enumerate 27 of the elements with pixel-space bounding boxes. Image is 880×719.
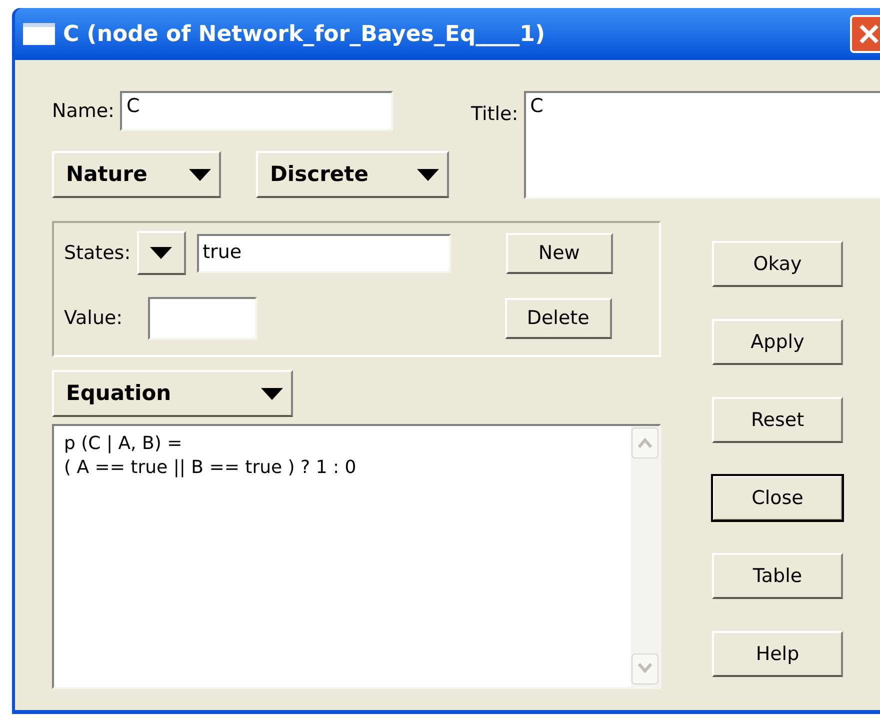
window-icon — [23, 23, 55, 45]
value-label: Value: — [64, 306, 123, 332]
value-field[interactable] — [148, 297, 257, 340]
window-title: C (node of Network_for_Bayes_Eq____1) — [63, 20, 546, 48]
dialog-button[interactable]: Help — [712, 631, 843, 677]
states-dropdown[interactable] — [136, 231, 186, 275]
nature-dropdown[interactable]: Nature — [52, 151, 221, 198]
title-field[interactable]: C — [524, 91, 880, 199]
states-label: States: — [64, 240, 131, 266]
dialog-button[interactable]: Table — [712, 553, 843, 599]
dialog-button[interactable]: Close — [712, 475, 843, 521]
dialog-button[interactable]: Okay — [712, 241, 843, 287]
equation-dropdown[interactable]: Equation — [52, 370, 293, 417]
state-field[interactable]: true — [196, 234, 451, 272]
caret-icon — [150, 247, 172, 259]
name-label: Name: — [52, 98, 114, 124]
caret-icon — [189, 168, 211, 180]
title-label: Title: — [471, 102, 518, 127]
dialog-button[interactable]: Apply — [712, 319, 843, 365]
name-field[interactable]: C — [120, 91, 394, 131]
delete-button[interactable]: Delete — [504, 298, 612, 339]
dialog-button[interactable]: Reset — [712, 397, 843, 443]
caret-icon — [261, 388, 283, 400]
close-icon[interactable] — [850, 15, 880, 53]
caret-icon — [417, 168, 439, 180]
new-button[interactable]: New — [506, 232, 613, 274]
discrete-dropdown[interactable]: Discrete — [256, 151, 449, 198]
